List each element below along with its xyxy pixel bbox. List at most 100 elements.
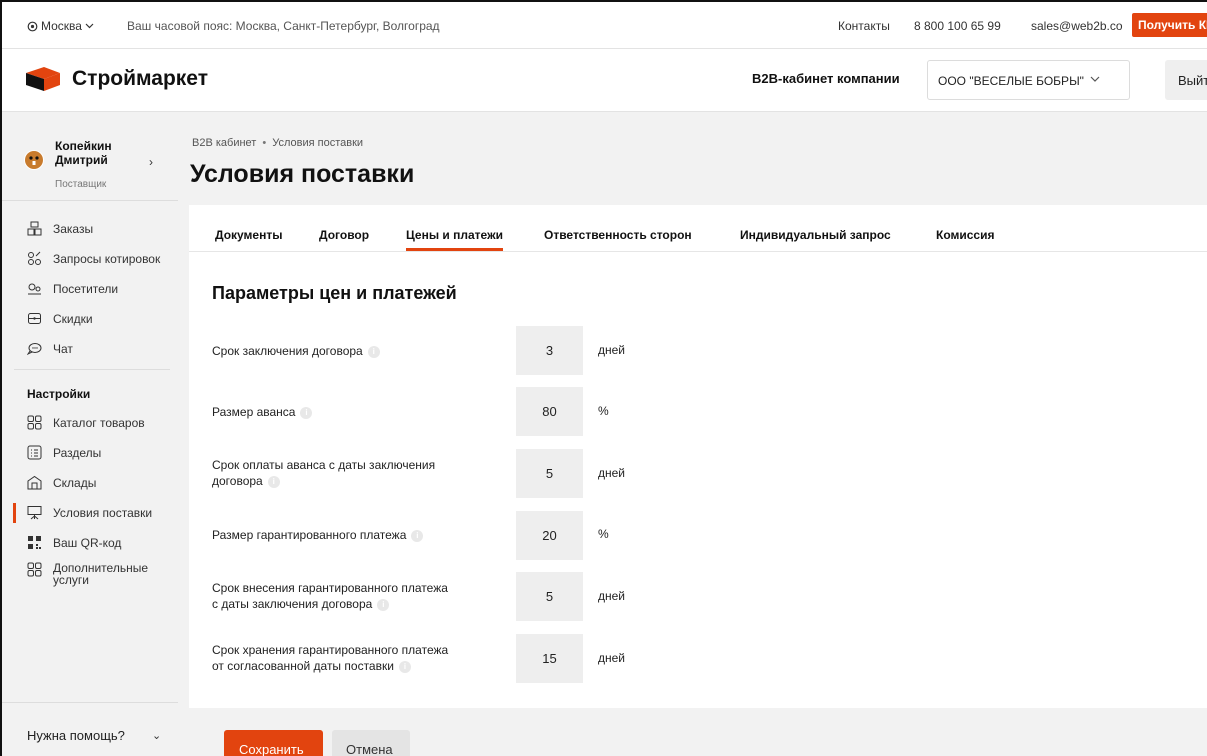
app-window: Москва Ваш часовой пояс: Москва, Санкт-П…	[0, 0, 1207, 756]
logout-button[interactable]: Выйти	[1165, 60, 1207, 100]
param-label-text: с даты заключения договора	[212, 597, 373, 611]
sidebar-item-label: Посетители	[53, 282, 119, 296]
guarantee-deposit-term-input[interactable]	[516, 572, 583, 621]
grid-icon	[27, 562, 42, 577]
sidebar-item-label: Дополнительные услуги	[53, 562, 148, 586]
info-icon[interactable]: i	[267, 475, 280, 488]
qr-icon	[28, 536, 41, 549]
param-label-advance-size: Размер аванса i	[212, 404, 512, 420]
param-label-contract-term: Срок заключения договора i	[212, 343, 512, 359]
save-button[interactable]: Сохранить	[224, 730, 323, 756]
sidebar-item-discounts[interactable]: Скидки	[2, 311, 178, 335]
company-select[interactable]: ООО "ВЕСЕЛЫЕ БОБРЫ"	[927, 60, 1130, 100]
sidebar-item-label: Каталог товаров	[53, 416, 145, 430]
sidebar-item-delivery-terms[interactable]: Условия поставки	[2, 503, 178, 529]
page-title: Условия поставки	[190, 160, 415, 188]
sidebar-item-label: Склады	[53, 476, 97, 490]
breadcrumb: B2B кабинет • Условия поставки	[192, 137, 363, 149]
chevron-down-icon: ⌄	[152, 730, 162, 742]
guarantee-size-input[interactable]	[516, 511, 583, 560]
param-unit: дней	[598, 343, 626, 357]
contacts-link[interactable]: Контакты	[838, 19, 890, 33]
sidebar-divider	[14, 369, 170, 370]
param-label-text: Срок заключения договора	[212, 344, 363, 358]
email-link[interactable]: sales@web2b.co	[1031, 19, 1123, 33]
sidebar-item-label: Скидки	[53, 312, 93, 326]
tab-prices-payments[interactable]: Цены и платежи	[406, 228, 503, 251]
advance-payment-term-input[interactable]	[516, 449, 583, 498]
visitors-icon	[28, 283, 41, 295]
sidebar-item-qr-code[interactable]: Ваш QR-код	[2, 535, 178, 559]
logo[interactable]: Строймаркет	[24, 67, 208, 91]
form-footer: Сохранить Отмена	[189, 708, 1207, 756]
header: Строймаркет B2B-кабинет компании ООО "ВЕ…	[2, 48, 1207, 112]
discount-icon	[28, 313, 41, 324]
settings-heading: Настройки	[27, 387, 91, 401]
sidebar-item-sections[interactable]: Разделы	[2, 445, 178, 469]
user-first-name: Дмитрий	[55, 153, 108, 167]
help-label: Нужна помощь?	[27, 728, 125, 743]
param-label-guarantee-storage-term: Срок хранения гарантированного платежа от…	[212, 642, 512, 674]
sidebar-item-warehouses[interactable]: Склады	[2, 475, 178, 499]
sidebar-item-label: Запросы котировок	[53, 252, 161, 266]
phone-link[interactable]: 8 800 100 65 99	[914, 19, 1001, 33]
logo-text: Строймаркет	[72, 67, 208, 90]
advance-size-input[interactable]	[516, 387, 583, 436]
param-unit: дней	[598, 651, 626, 665]
sidebar-item-orders[interactable]: Заказы	[2, 221, 178, 245]
sidebar-item-quotes[interactable]: Запросы котировок	[2, 251, 178, 275]
tab-responsibility[interactable]: Ответственность сторон	[544, 228, 692, 242]
top-bar: Москва Ваш часовой пояс: Москва, Санкт-П…	[2, 2, 1207, 48]
param-label-text: Размер гарантированного платежа	[212, 528, 407, 542]
company-select-value: ООО "ВЕСЕЛЫЕ БОБРЫ"	[938, 74, 1084, 88]
location-icon	[27, 21, 38, 31]
user-profile[interactable]: Копейкин Дмитрий Поставщик ›	[2, 113, 178, 201]
sidebar-item-visitors[interactable]: Посетители	[2, 281, 178, 305]
tab-individual-request[interactable]: Индивидуальный запрос	[740, 228, 891, 242]
param-label-text: Срок хранения гарантированного платежа	[212, 643, 449, 657]
param-label-text: Размер аванса	[212, 405, 296, 419]
help-dropdown[interactable]: Нужна помощь? ⌄	[2, 702, 178, 756]
param-label-advance-payment-term: Срок оплаты аванса с даты заключения дого…	[212, 457, 512, 489]
sidebar-item-label: Разделы	[53, 446, 102, 460]
info-icon[interactable]: i	[300, 406, 313, 419]
param-label-text: договора	[212, 474, 263, 488]
get-quote-button[interactable]: Получить КП	[1132, 13, 1207, 37]
tab-commission[interactable]: Комиссия	[936, 228, 994, 242]
param-unit: %	[598, 527, 609, 541]
timezone-text: Ваш часовой пояс: Москва, Санкт-Петербур…	[127, 19, 440, 33]
sidebar-item-label: Заказы	[53, 222, 94, 236]
user-last-name: Копейкин	[55, 139, 112, 153]
sidebar-item-label: Чат	[53, 342, 73, 356]
user-role: Поставщик	[55, 179, 107, 190]
sidebar-item-catalog[interactable]: Каталог товаров	[2, 415, 178, 439]
logo-icon	[26, 67, 60, 91]
city-label: Москва	[41, 19, 82, 33]
sidebar-item-label: Условия поставки	[53, 506, 153, 520]
chevron-down-icon	[85, 23, 94, 29]
avatar	[24, 150, 44, 170]
info-icon[interactable]: i	[377, 598, 390, 611]
chevron-down-icon	[1090, 76, 1100, 82]
warehouse-icon	[27, 475, 42, 490]
param-label-guarantee-deposit-term: Срок внесения гарантированного платежа с …	[212, 580, 512, 612]
sidebar-item-extra-services[interactable]: Дополнительные услуги	[2, 562, 178, 592]
info-icon[interactable]: i	[398, 660, 411, 673]
tab-contract[interactable]: Договор	[319, 228, 369, 242]
breadcrumb-current: Условия поставки	[272, 137, 364, 149]
param-label-text: от согласованной даты поставки	[212, 659, 394, 673]
beaver-avatar-icon	[25, 151, 43, 169]
tab-documents[interactable]: Документы	[215, 228, 282, 242]
sidebar: Копейкин Дмитрий Поставщик › Заказы Запр…	[2, 113, 178, 756]
city-selector[interactable]: Москва	[27, 19, 94, 33]
guarantee-storage-term-input[interactable]	[516, 634, 583, 683]
sidebar-item-chat[interactable]: Чат	[2, 341, 178, 365]
info-icon[interactable]: i	[367, 345, 380, 358]
b2b-cabinet-title: B2B-кабинет компании	[752, 71, 900, 86]
info-icon[interactable]: i	[411, 529, 424, 542]
content-panel: Документы Договор Цены и платежи Ответст…	[189, 205, 1207, 708]
cancel-button[interactable]: Отмена	[332, 730, 410, 756]
param-unit: дней	[598, 466, 626, 480]
breadcrumb-root[interactable]: B2B кабинет	[192, 137, 256, 149]
contract-term-input[interactable]	[516, 326, 583, 375]
